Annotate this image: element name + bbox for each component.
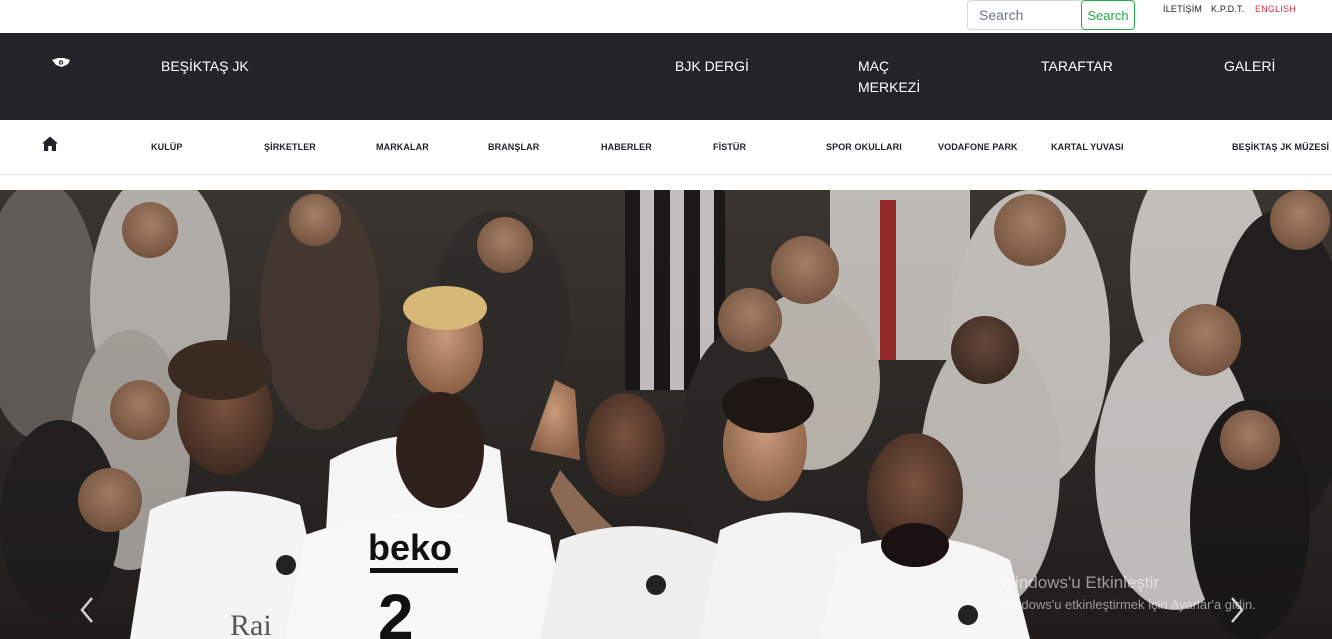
english-link[interactable]: ENGLISH bbox=[1255, 4, 1296, 14]
nav-bjk-dergi[interactable]: BJK DERGİ bbox=[675, 56, 749, 77]
subnav-sirketler[interactable]: ŞİRKETLER bbox=[264, 142, 316, 152]
nav-brand[interactable]: BEŞİKTAŞ JK bbox=[161, 56, 249, 77]
nav-mac-merkezi-line1: MAÇ bbox=[858, 58, 890, 74]
subnav-branslar[interactable]: BRANŞLAR bbox=[488, 142, 539, 152]
sponsor-text: Rai bbox=[230, 609, 272, 639]
search-button[interactable]: Search bbox=[1081, 0, 1135, 30]
jersey-sponsor-text: beko bbox=[368, 527, 452, 568]
nav-taraftar[interactable]: TARAFTAR bbox=[1041, 56, 1113, 77]
home-icon[interactable] bbox=[41, 135, 59, 153]
subnav-kartal-yuvasi[interactable]: KARTAL YUVASI bbox=[1051, 142, 1124, 152]
jersey-number: 2 bbox=[378, 581, 414, 639]
hero-photo: beko 2 Rai bbox=[0, 190, 1332, 639]
subnav-fistur[interactable]: FİSTÜR bbox=[713, 142, 746, 152]
subnav-haberler[interactable]: HABERLER bbox=[601, 142, 652, 152]
subnav-kulup[interactable]: KULÜP bbox=[151, 142, 183, 152]
nav-galeri[interactable]: GALERİ bbox=[1224, 56, 1275, 77]
subnav-vodafone-park[interactable]: VODAFONE PARK bbox=[938, 142, 1018, 152]
subnav-muze[interactable]: BEŞİKTAŞ JK MÜZESİ bbox=[1232, 142, 1329, 152]
top-utility-bar: Search İLETİŞİM K.P.D.T. ENGLISH bbox=[0, 0, 1332, 33]
carousel-prev-button[interactable] bbox=[72, 590, 102, 630]
windows-activation-subtitle: Windows'u etkinleştirmek için Ayarlar'a … bbox=[999, 597, 1256, 612]
secondary-navbar: KULÜP ŞİRKETLER MARKALAR BRANŞLAR HABERL… bbox=[0, 120, 1332, 175]
hero-carousel: beko 2 Rai Windows'u Etkinleştir Windows… bbox=[0, 190, 1332, 639]
subnav-markalar[interactable]: MARKALAR bbox=[376, 142, 429, 152]
nav-mac-merkezi-line2: MERKEZİ bbox=[858, 79, 921, 95]
search-input[interactable] bbox=[967, 0, 1082, 30]
logo-icon[interactable] bbox=[50, 56, 72, 70]
kpdt-link[interactable]: K.P.D.T. bbox=[1211, 4, 1244, 14]
main-navbar: BEŞİKTAŞ JK BJK DERGİ MAÇ MERKEZİ TARAFT… bbox=[0, 33, 1332, 120]
contact-link[interactable]: İLETİŞİM bbox=[1163, 4, 1202, 14]
windows-activation-title: Windows'u Etkinleştir bbox=[999, 573, 1160, 592]
nav-mac-merkezi[interactable]: MAÇ MERKEZİ bbox=[858, 56, 921, 98]
chevron-left-icon bbox=[80, 597, 93, 623]
subnav-spor-okullari[interactable]: SPOR OKULLARI bbox=[826, 142, 902, 152]
